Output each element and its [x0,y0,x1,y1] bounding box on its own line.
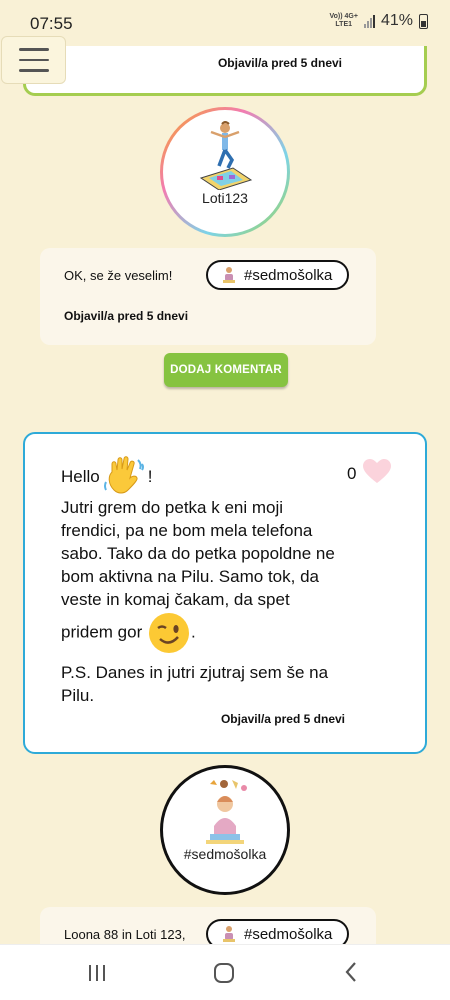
android-navigation-bar [0,944,450,1000]
avatar-sedmosolka[interactable]: #sedmošolka [160,765,290,895]
post-card: Hello ! Jutri grem do petka k eni moji f… [23,432,427,754]
home-icon[interactable] [214,963,234,983]
heart-icon[interactable] [362,458,392,484]
battery-icon [419,13,428,29]
comment-text: OK, se že veselim! [64,268,173,283]
recent-apps-icon[interactable] [89,965,105,981]
back-icon[interactable] [344,961,358,983]
author-tag: #sedmošolka [244,266,333,284]
add-comment-button[interactable]: DODAJ KOMENTAR [164,353,288,387]
girl-dancing-icon [199,121,253,190]
comment-card: OK, se že veselim! #sedmošolka Objavil/a… [40,248,376,345]
like-count: 0 [347,464,357,483]
post-greeting: Hello ! [61,456,341,496]
status-bar: 07:55 Vo)) 4G+ LTE1 41% [0,0,450,46]
signal-icon [363,14,375,28]
author-tag: #sedmošolka [244,925,333,943]
comment-text: Loona 88 in Loti 123, [64,927,186,942]
avatar-name: Loti123 [202,190,248,206]
author-tag-pill[interactable]: #sedmošolka [206,260,349,290]
network-indicator: Vo)) 4G+ LTE1 [329,13,358,28]
post-timestamp: Objavil/a pred 5 dnevi [220,712,345,726]
avatar-name: #sedmošolka [183,846,267,862]
hamburger-menu-button[interactable] [1,36,66,84]
post-paragraph-2: P.S. Danes in jutri zjutraj sem še na Pi… [61,663,329,705]
battery-percent: 41% [380,12,413,29]
user-avatar-icon [223,926,235,942]
waving-hand-icon [103,456,144,494]
post-body: Hello ! Jutri grem do petka k eni moji f… [61,456,341,713]
status-indicators: Vo)) 4G+ LTE1 41% [329,12,428,30]
post-timestamp: Objavil/a pred 5 dnevi [217,56,342,70]
comment-timestamp: Objavil/a pred 5 dnevi [64,309,189,323]
winking-face-icon [149,613,189,653]
girl-thinking-icon [206,780,247,844]
avatar-loti123[interactable]: Loti123 [160,107,290,237]
post-paragraph-1: Jutri grem do petka k eni moji frendici,… [61,496,341,655]
status-time: 07:55 [30,14,73,33]
user-avatar-icon [223,267,235,283]
